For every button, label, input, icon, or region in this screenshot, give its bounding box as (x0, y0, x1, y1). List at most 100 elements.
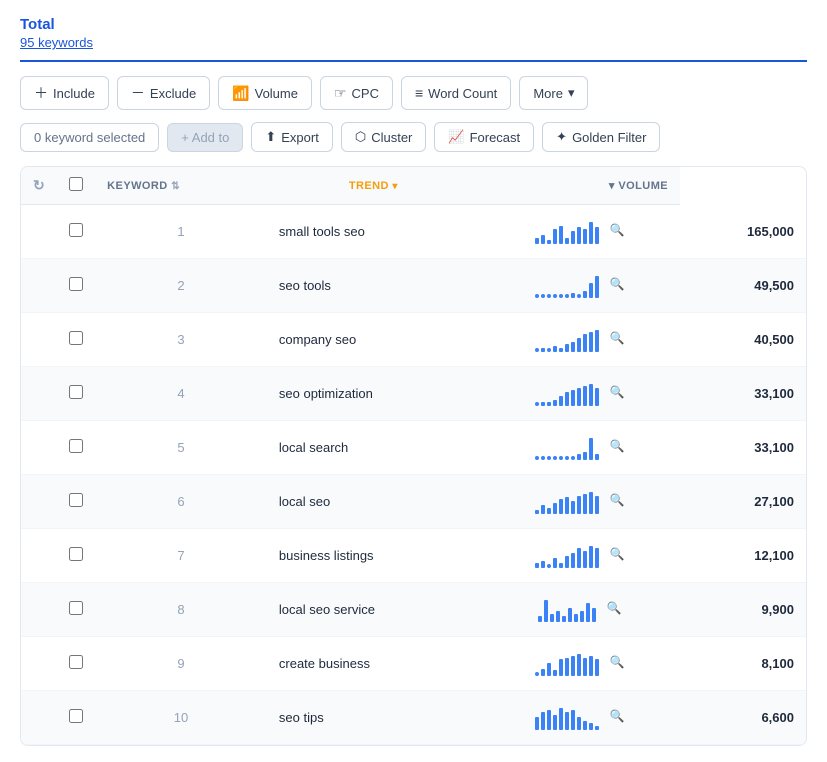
trend-cell: 🔍 (480, 313, 680, 367)
cluster-label: Cluster (371, 130, 412, 145)
export-button[interactable]: ⬆ Export (251, 122, 332, 152)
keyword-cell: create business (267, 637, 480, 691)
row-number: 10 (95, 691, 267, 745)
row-checkbox-cell (57, 637, 95, 691)
exclude-label: Exclude (150, 86, 196, 101)
volume-cell: 40,500 (680, 313, 806, 367)
row-num (21, 637, 57, 691)
checkbox-col-header (57, 167, 95, 205)
trend-cell: 🔍 (480, 529, 680, 583)
trend-chart (535, 486, 599, 514)
row-num (21, 313, 57, 367)
row-checkbox[interactable] (69, 385, 83, 399)
trend-sort-icon[interactable]: ▾ (392, 181, 397, 192)
trend-cell: 🔍 (480, 637, 680, 691)
row-number: 5 (95, 421, 267, 475)
hand-icon: ☞ (334, 85, 347, 102)
row-checkbox-cell (57, 475, 95, 529)
row-checkbox[interactable] (69, 439, 83, 453)
row-checkbox[interactable] (69, 331, 83, 345)
trend-search-icon[interactable]: 🔍 (609, 547, 624, 561)
trend-search-icon[interactable]: 🔍 (609, 493, 624, 507)
keyword-cell: local search (267, 421, 480, 475)
row-checkbox[interactable] (69, 547, 83, 561)
row-number: 8 (95, 583, 267, 637)
volume-cell: 12,100 (680, 529, 806, 583)
volume-label: Volume (255, 86, 298, 101)
toolbar: ＋ Include － Exclude 📶 Volume ☞ CPC ≡ Wor… (20, 76, 807, 110)
keyword-cell: small tools seo (267, 205, 480, 259)
table-row: 6local seo🔍27,100 (21, 475, 806, 529)
table-row: 2seo tools🔍49,500 (21, 259, 806, 313)
lines-icon: ≡ (415, 85, 423, 101)
trend-chart (535, 540, 599, 568)
volume-cell: 33,100 (680, 367, 806, 421)
trend-search-icon[interactable]: 🔍 (606, 601, 621, 615)
row-checkbox[interactable] (69, 277, 83, 291)
row-checkbox[interactable] (69, 655, 83, 669)
add-to-label: + Add to (181, 130, 229, 145)
trend-search-icon[interactable]: 🔍 (609, 439, 624, 453)
select-all-checkbox[interactable] (69, 177, 83, 191)
cpc-label: CPC (352, 86, 379, 101)
table-row: 3company seo 🔍 40,500 (21, 313, 806, 367)
volume-cell: 33,100 (680, 421, 806, 475)
trend-search-icon[interactable]: 🔍 (609, 223, 624, 237)
export-icon: ⬆ (265, 129, 276, 145)
chart-icon: 📶 (232, 85, 249, 102)
cpc-button[interactable]: ☞ CPC (320, 76, 393, 110)
keyword-cell: local seo (267, 475, 480, 529)
row-num (21, 367, 57, 421)
trend-chart (535, 216, 599, 244)
volume-col-header: ▾ VOLUME (480, 167, 680, 205)
trend-search-icon[interactable]: 🔍 (609, 709, 624, 723)
row-checkbox[interactable] (69, 709, 83, 723)
minus-icon: － (131, 83, 145, 103)
cluster-icon: ⬡ (355, 129, 366, 145)
export-label: Export (281, 130, 319, 145)
volume-button[interactable]: 📶 Volume (218, 76, 312, 110)
row-number: 6 (95, 475, 267, 529)
row-num (21, 529, 57, 583)
more-label: More (533, 86, 563, 101)
word-count-button[interactable]: ≡ Word Count (401, 76, 511, 110)
header-divider (20, 60, 807, 62)
trend-search-icon[interactable]: 🔍 (609, 385, 624, 399)
forecast-button[interactable]: 📈 Forecast (434, 122, 534, 152)
row-number: 3 (95, 313, 267, 367)
keyword-sort-icon[interactable]: ⇅ (171, 181, 180, 192)
trend-search-icon[interactable]: 🔍 (609, 655, 624, 669)
refresh-col-header: ↻ (21, 167, 57, 205)
row-checkbox[interactable] (69, 493, 83, 507)
row-num (21, 475, 57, 529)
row-number: 4 (95, 367, 267, 421)
golden-filter-button[interactable]: ✦ Golden Filter (542, 122, 660, 152)
row-checkbox[interactable] (69, 223, 83, 237)
row-checkbox-cell (57, 313, 95, 367)
row-checkbox-cell (57, 367, 95, 421)
row-num (21, 691, 57, 745)
keyword-cell: company seo (267, 313, 480, 367)
keywords-count-link[interactable]: 95 keywords (20, 35, 807, 50)
trend-search-icon[interactable]: 🔍 (609, 277, 624, 291)
trend-cell: 🔍 (480, 367, 680, 421)
more-button[interactable]: More ▾ (519, 76, 588, 110)
include-button[interactable]: ＋ Include (20, 76, 109, 110)
table-row: 5local search 🔍 33,100 (21, 421, 806, 475)
row-num (21, 421, 57, 475)
include-label: Include (53, 86, 95, 101)
volume-sort-icon[interactable]: ▾ (609, 180, 618, 192)
row-checkbox-cell (57, 529, 95, 583)
row-checkbox[interactable] (69, 601, 83, 615)
add-to-button[interactable]: + Add to (167, 123, 243, 152)
trend-search-icon[interactable]: 🔍 (609, 331, 624, 345)
trend-cell: 🔍 (480, 259, 680, 313)
cluster-button[interactable]: ⬡ Cluster (341, 122, 427, 152)
refresh-icon[interactable]: ↻ (33, 177, 45, 193)
row-num (21, 205, 57, 259)
row-checkbox-cell (57, 691, 95, 745)
volume-cell: 8,100 (680, 637, 806, 691)
plus-icon: ＋ (34, 83, 48, 103)
trend-cell: 🔍 (480, 205, 680, 259)
exclude-button[interactable]: － Exclude (117, 76, 210, 110)
